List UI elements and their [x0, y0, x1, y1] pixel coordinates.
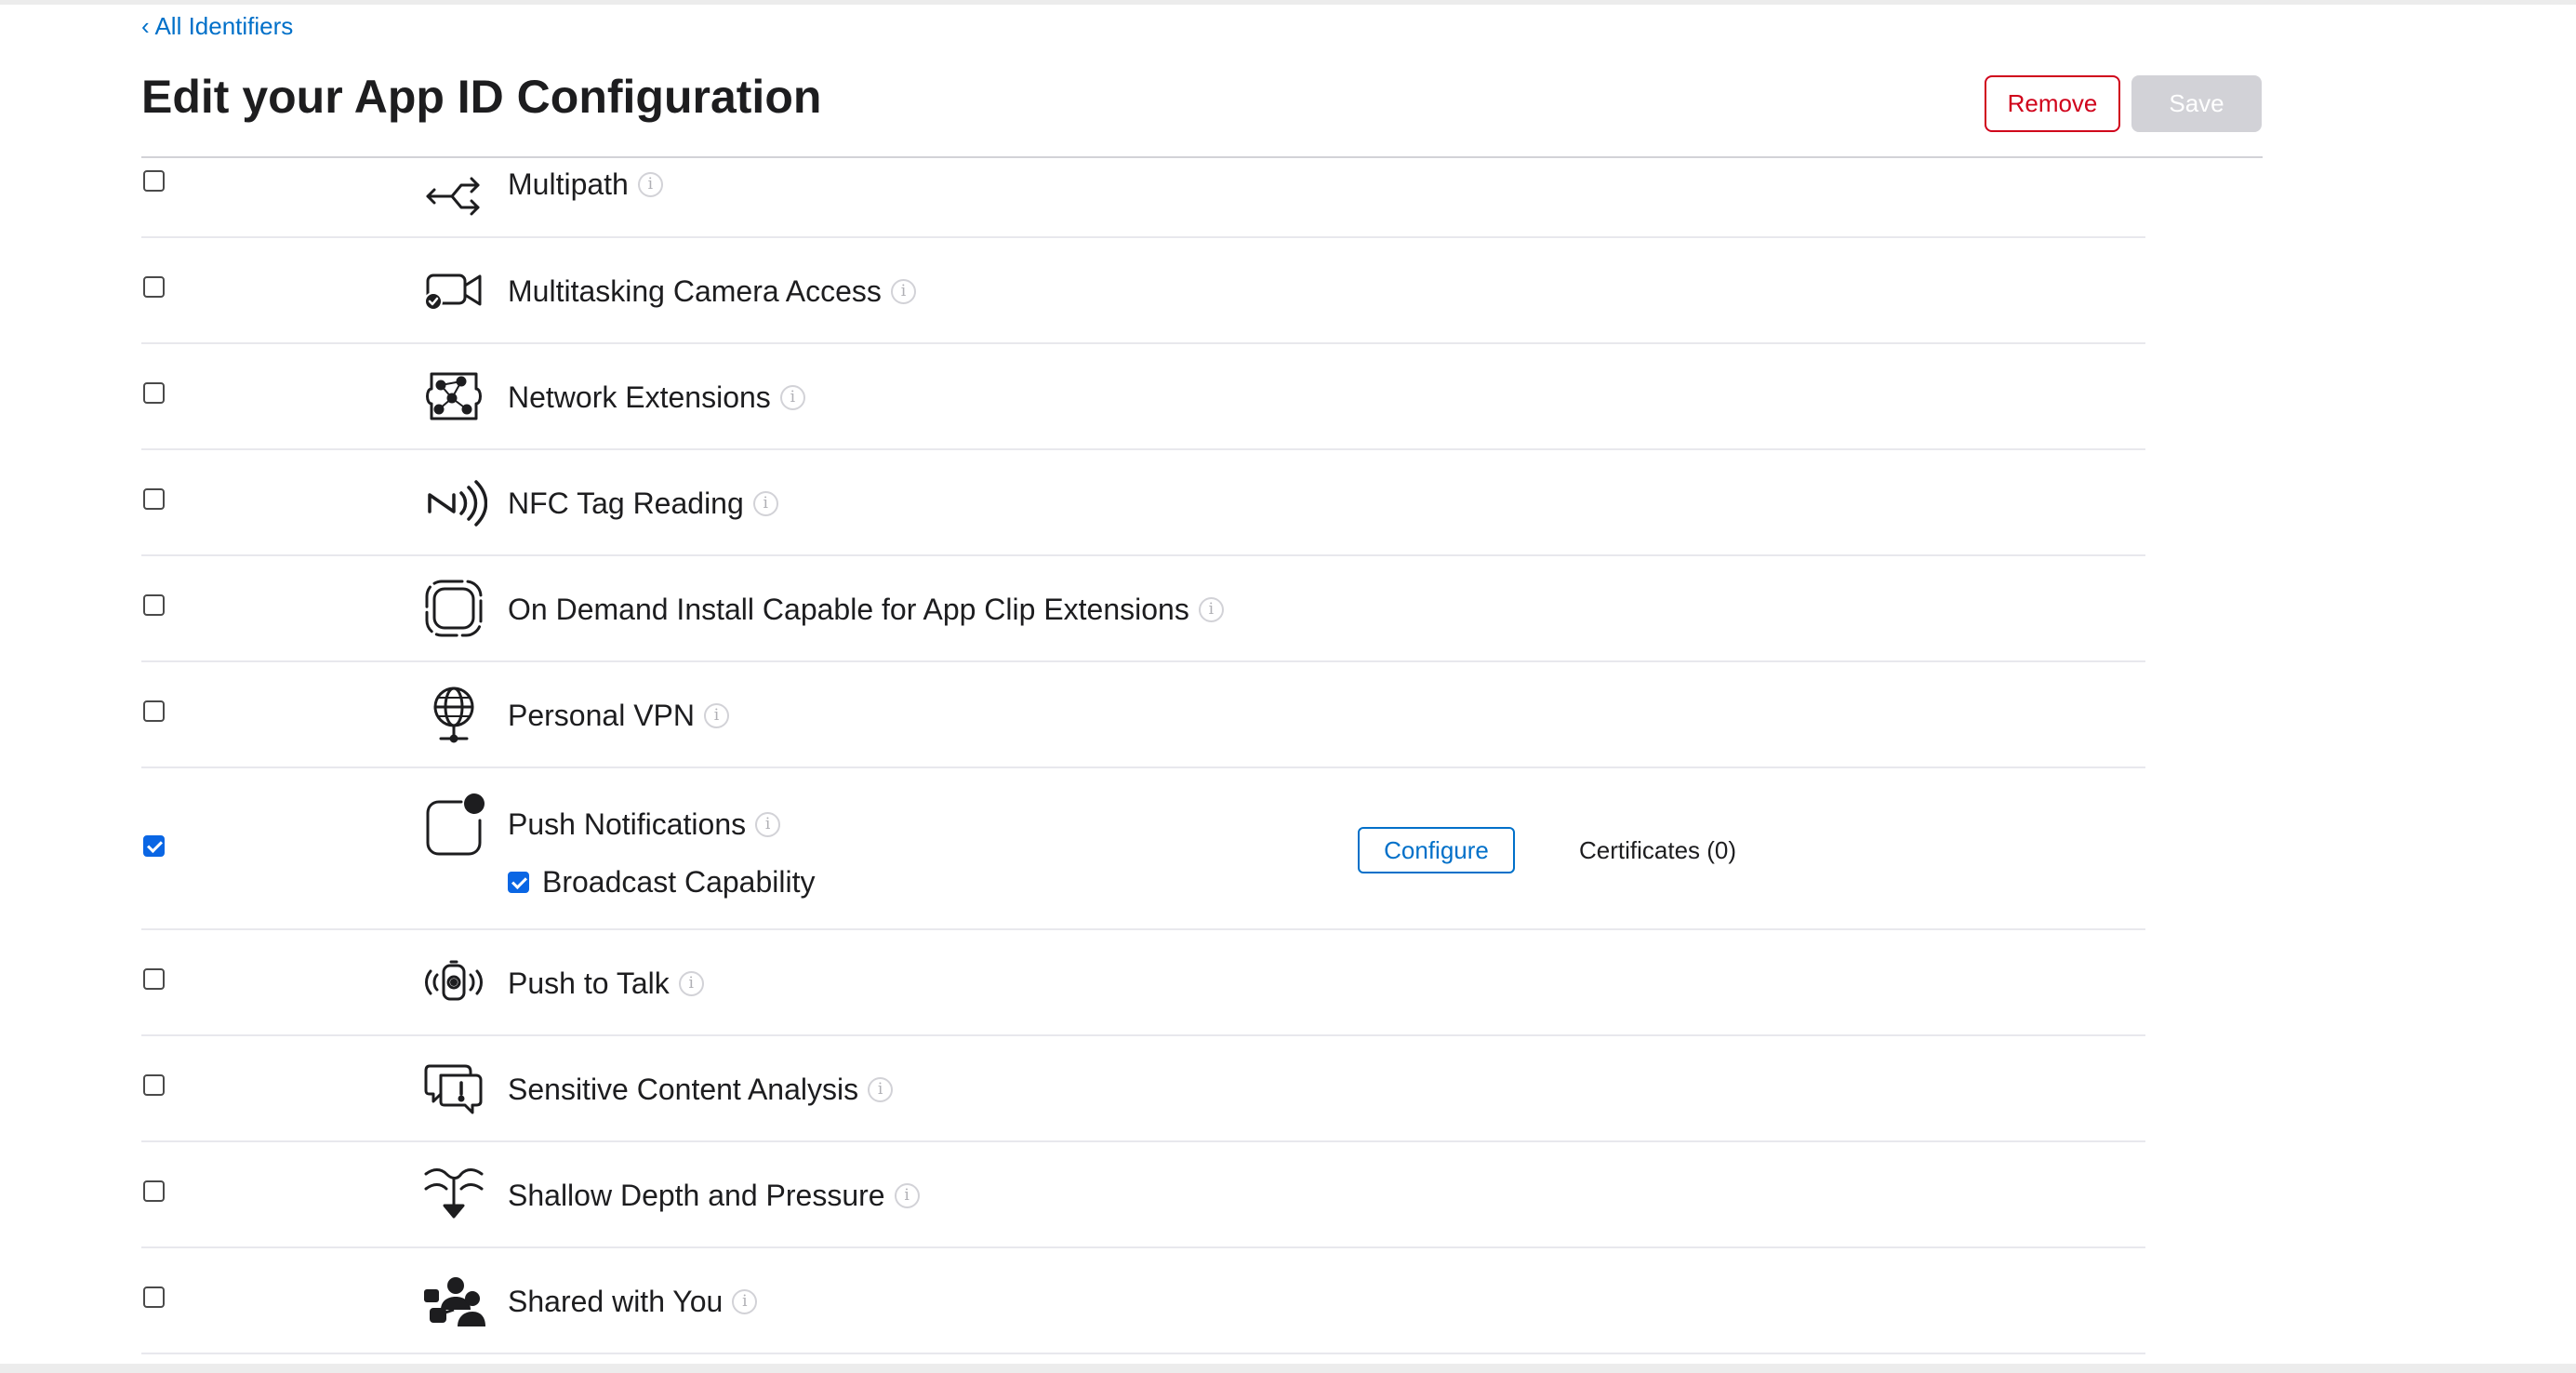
app-clip-icon	[420, 575, 487, 642]
app-clip-extensions-label-group: On Demand Install Capable for App Clip E…	[508, 591, 1224, 628]
multipath-label-group: Multipath i	[508, 166, 663, 203]
info-icon[interactable]: i	[637, 171, 663, 197]
capability-name: Push Notifications	[508, 807, 747, 841]
capability-row-multitasking-camera-access: Multitasking Camera Access i	[141, 238, 2145, 344]
info-icon[interactable]: i	[868, 1076, 894, 1102]
page-title: Edit your App ID Configuration	[141, 71, 822, 123]
push-notifications-checkbox[interactable]	[143, 835, 165, 857]
nfc-icon	[420, 469, 487, 536]
push-to-talk-icon	[420, 949, 487, 1016]
nfc-tag-reading-checkbox[interactable]	[143, 488, 165, 510]
camera-access-icon	[420, 257, 487, 324]
multitasking-camera-access-checkbox[interactable]	[143, 276, 165, 298]
multipath-checkbox[interactable]	[143, 170, 165, 192]
info-icon[interactable]: i	[752, 490, 778, 516]
multitasking-camera-access-label-group: Multitasking Camera Access i	[508, 273, 916, 310]
app-clip-extensions-checkbox[interactable]	[143, 594, 165, 616]
certificates-count: Certificates (0)	[1579, 836, 1737, 864]
capability-row-sensitive-content-analysis: Sensitive Content Analysis i	[141, 1036, 2145, 1142]
info-icon[interactable]: i	[732, 1288, 758, 1314]
capability-row-nfc-tag-reading: NFC Tag Reading i	[141, 450, 2145, 556]
network-extensions-icon	[420, 363, 487, 430]
broadcast-capability-label: Broadcast Capability	[542, 865, 816, 899]
capability-name: Shared with You	[508, 1285, 724, 1318]
all-identifiers-link[interactable]: ‹ All Identifiers	[141, 9, 293, 43]
capability-name: Shallow Depth and Pressure	[508, 1179, 885, 1212]
capability-row-shallow-depth-and-pressure: Shallow Depth and Pressure i	[141, 1142, 2145, 1248]
multipath-icon	[420, 163, 487, 230]
top-rule	[0, 0, 2576, 5]
speech-bubble-alert-icon	[420, 1055, 487, 1122]
info-icon[interactable]: i	[755, 811, 781, 837]
network-extensions-label-group: Network Extensions i	[508, 379, 805, 416]
capability-row-personal-vpn: Personal VPN i	[141, 662, 2145, 768]
capability-row-push-notifications: Push Notifications i Broadcast Capabilit…	[141, 768, 2145, 930]
capability-name: On Demand Install Capable for App Clip E…	[508, 593, 1189, 626]
capability-row-push-to-talk: Push to Talk i	[141, 930, 2145, 1036]
capability-row-network-extensions: Network Extensions i	[141, 344, 2145, 450]
info-icon[interactable]: i	[703, 702, 729, 728]
personal-vpn-label-group: Personal VPN i	[508, 697, 729, 734]
push-to-talk-checkbox[interactable]	[143, 968, 165, 990]
save-button[interactable]: Save	[2131, 75, 2262, 132]
shared-with-you-label-group: Shared with You i	[508, 1283, 758, 1320]
shallow-depth-and-pressure-checkbox[interactable]	[143, 1180, 165, 1202]
info-icon[interactable]: i	[678, 970, 704, 996]
globe-icon	[420, 681, 487, 748]
depth-pressure-icon	[420, 1161, 487, 1228]
personal-vpn-checkbox[interactable]	[143, 700, 165, 722]
capability-row-shared-with-you: Shared with You i	[141, 1248, 2145, 1354]
info-icon[interactable]: i	[779, 384, 805, 410]
capability-name: Sensitive Content Analysis	[508, 1073, 859, 1106]
capability-name: Push to Talk	[508, 966, 670, 1000]
capability-name: NFC Tag Reading	[508, 487, 744, 520]
capability-name: Multitasking Camera Access	[508, 274, 882, 308]
push-notifications-label-group: Push Notifications i	[508, 806, 781, 843]
row-divider	[141, 1353, 2145, 1354]
shared-with-you-checkbox[interactable]	[143, 1286, 165, 1308]
shallow-depth-and-pressure-label-group: Shallow Depth and Pressure i	[508, 1177, 920, 1214]
capability-name: Multipath	[508, 167, 629, 201]
network-extensions-checkbox[interactable]	[143, 382, 165, 404]
push-to-talk-label-group: Push to Talk i	[508, 965, 704, 1002]
shared-people-icon	[420, 1267, 487, 1334]
bottom-scroll-edge	[0, 1364, 2576, 1373]
broadcast-capability-option: Broadcast Capability	[508, 863, 815, 900]
sensitive-content-analysis-label-group: Sensitive Content Analysis i	[508, 1071, 894, 1108]
remove-button[interactable]: Remove	[1985, 75, 2120, 132]
nfc-tag-reading-label-group: NFC Tag Reading i	[508, 485, 778, 522]
info-icon[interactable]: i	[1198, 596, 1224, 622]
sensitive-content-analysis-checkbox[interactable]	[143, 1074, 165, 1096]
capability-row-app-clip-extensions: On Demand Install Capable for App Clip E…	[141, 556, 2145, 662]
capability-name: Network Extensions	[508, 380, 771, 414]
configure-button[interactable]: Configure	[1358, 827, 1515, 873]
info-icon[interactable]: i	[894, 1182, 920, 1208]
capability-row-multipath: Multipath i	[141, 158, 2145, 238]
broadcast-capability-checkbox[interactable]	[508, 871, 529, 893]
push-notification-icon	[420, 791, 487, 858]
info-icon[interactable]: i	[890, 278, 916, 304]
capability-name: Personal VPN	[508, 699, 695, 732]
